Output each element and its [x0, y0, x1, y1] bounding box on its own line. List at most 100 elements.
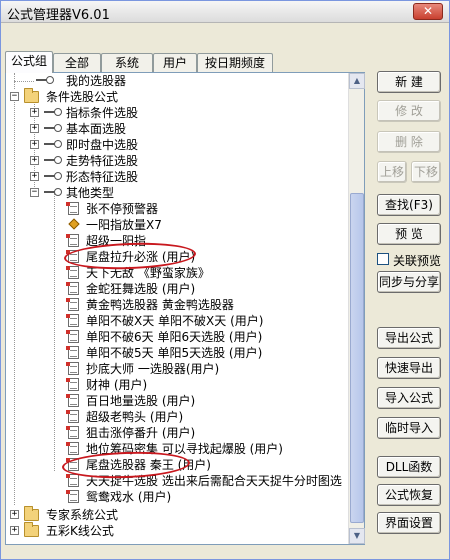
expand-toggle[interactable]: +: [30, 108, 39, 117]
modify-button[interactable]: 修 改: [377, 100, 441, 122]
tree-item-formula[interactable]: 天天捉牛选股 选出来后需配合天天捉牛分时图选: [6, 473, 349, 489]
sync-share-button[interactable]: 同步与分享: [377, 271, 441, 293]
doc-icon: [66, 314, 79, 327]
tree-scrollbar[interactable]: ▲ ▼: [348, 73, 365, 544]
doc-icon: [66, 410, 79, 423]
preview-button[interactable]: 预 览: [377, 223, 441, 245]
expand-toggle[interactable]: +: [30, 156, 39, 165]
folder-icon: [24, 506, 39, 521]
expand-toggle[interactable]: +: [30, 124, 39, 133]
tree-item-formula[interactable]: 尾盘拉升必涨 (用户): [6, 249, 349, 265]
temp-import-button[interactable]: 临时导入: [377, 417, 441, 439]
doc-icon: [66, 378, 79, 391]
folder-icon: [24, 88, 39, 103]
tree-item-formula[interactable]: 财神 (用户): [6, 377, 349, 393]
tree-item-formula[interactable]: 鸳鸯戏水 (用户): [6, 489, 349, 505]
collapse-toggle[interactable]: −: [10, 92, 19, 101]
key-icon: [44, 140, 62, 148]
find-button[interactable]: 查找(F3): [377, 194, 441, 216]
tree-item-formula[interactable]: 超级老鸭头 (用户): [6, 409, 349, 425]
scroll-thumb[interactable]: [350, 193, 364, 523]
doc-icon: [66, 298, 79, 311]
doc-icon: [66, 346, 79, 359]
expand-toggle[interactable]: +: [30, 172, 39, 181]
formula-tree-panel: 我的选股器 − 条件选股公式 + 指标条件选股 + 基本面选股 + 即时盘中选股: [5, 72, 365, 545]
doc-icon: [66, 250, 79, 263]
tree-item-expert-system[interactable]: + 专家系统公式: [6, 506, 349, 523]
diamond-icon: [68, 218, 80, 230]
linked-preview-checkbox[interactable]: [377, 253, 389, 265]
key-icon: [44, 108, 62, 116]
tree-item-formula[interactable]: 尾盘选股器 秦王 (用户): [6, 457, 349, 473]
tree-item-formula[interactable]: 单阳不破6天 单阳6天选股 (用户): [6, 329, 349, 345]
doc-icon: [66, 202, 79, 215]
doc-icon: [66, 490, 79, 503]
tree-item-formula[interactable]: 黄金鸭选股器 黄金鸭选股器: [6, 297, 349, 313]
tree-item-trend-screening[interactable]: + 走势特征选股: [6, 153, 349, 169]
expand-toggle[interactable]: +: [30, 140, 39, 149]
tree-item-other-types[interactable]: − 其他类型: [6, 185, 349, 201]
key-icon: [44, 124, 62, 132]
doc-icon: [66, 474, 79, 487]
tree-item-formula[interactable]: 单阳不破5天 单阳5天选股 (用户): [6, 345, 349, 361]
tree-item-formula[interactable]: 地位筹码密集 可以寻找起爆股 (用户): [6, 441, 349, 457]
tab-system[interactable]: 系统: [101, 53, 153, 73]
close-button[interactable]: ✕: [413, 3, 443, 20]
key-icon: [44, 188, 62, 196]
tree-item-intraday-screening[interactable]: + 即时盘中选股: [6, 137, 349, 153]
doc-icon: [66, 394, 79, 407]
tab-formula-group[interactable]: 公式组: [5, 51, 53, 73]
doc-icon: [66, 330, 79, 343]
delete-button[interactable]: 删 除: [377, 131, 441, 153]
tree-item-formula[interactable]: 金蛇狂舞选股 (用户): [6, 281, 349, 297]
window-title: 公式管理器V6.01: [7, 8, 110, 23]
key-icon: [44, 172, 62, 180]
tree-item-fundamental-screening[interactable]: + 基本面选股: [6, 121, 349, 137]
doc-icon: [66, 234, 79, 247]
doc-icon: [66, 266, 79, 279]
tree-item-formula[interactable]: 单阳不破X天 单阳不破X天 (用户): [6, 313, 349, 329]
tree-item-condition-screening[interactable]: − 条件选股公式: [6, 88, 349, 105]
tree-item-formula[interactable]: 狙击涨停番升 (用户): [6, 425, 349, 441]
move-down-button[interactable]: 下移: [411, 161, 441, 183]
tree-item-pattern-screening[interactable]: + 形态特征选股: [6, 169, 349, 185]
tab-by-date-frequency[interactable]: 按日期频度: [197, 53, 273, 73]
ui-settings-button[interactable]: 界面设置: [377, 512, 441, 534]
formula-manager-window: 公式管理器V6.01 ✕ 公式组 全部 系统 用户 按日期频度 我的选股器 − …: [0, 0, 450, 560]
doc-icon: [66, 426, 79, 439]
linked-preview-label: 关联预览: [393, 254, 442, 268]
formula-restore-button[interactable]: 公式恢复: [377, 484, 441, 506]
move-up-button[interactable]: 上移: [377, 161, 407, 183]
import-formula-button[interactable]: 导入公式: [377, 387, 441, 409]
formula-tree: 我的选股器 − 条件选股公式 + 指标条件选股 + 基本面选股 + 即时盘中选股: [6, 73, 349, 544]
tree-item-formula[interactable]: 天下无敌 《野蛮家族》: [6, 265, 349, 281]
doc-icon: [66, 362, 79, 375]
key-icon: [36, 76, 54, 84]
tree-item-formula[interactable]: 百日地量选股 (用户): [6, 393, 349, 409]
expand-toggle[interactable]: +: [10, 526, 19, 535]
tree-item-indicator-screening[interactable]: + 指标条件选股: [6, 105, 349, 121]
collapse-toggle[interactable]: −: [30, 188, 39, 197]
tree-item-formula[interactable]: 超级一阳指: [6, 233, 349, 249]
export-formula-button[interactable]: 导出公式: [377, 327, 441, 349]
scroll-up-arrow-icon[interactable]: ▲: [349, 73, 365, 89]
tab-user[interactable]: 用户: [153, 53, 197, 73]
tab-all[interactable]: 全部: [53, 53, 101, 73]
doc-icon: [66, 282, 79, 295]
tree-item-formula[interactable]: 张不停预警器: [6, 201, 349, 217]
dll-function-button[interactable]: DLL函数: [377, 456, 441, 478]
doc-icon: [66, 458, 79, 471]
new-button[interactable]: 新 建: [377, 71, 441, 93]
tree-item-color-kline[interactable]: + 五彩K线公式: [6, 522, 349, 539]
expand-toggle[interactable]: +: [10, 510, 19, 519]
key-icon: [44, 156, 62, 164]
quick-export-button[interactable]: 快速导出: [377, 357, 441, 379]
folder-icon: [24, 522, 39, 537]
scroll-down-arrow-icon[interactable]: ▼: [349, 528, 365, 544]
title-bar: 公式管理器V6.01 ✕: [1, 1, 449, 23]
tree-item-my-screener[interactable]: 我的选股器: [6, 73, 349, 89]
tree-item-formula[interactable]: 抄底大师 一选股器(用户): [6, 361, 349, 377]
linked-preview-toggle[interactable]: 关联预览: [377, 251, 447, 268]
tree-item-formula[interactable]: 一阳指放量X7: [6, 217, 349, 233]
doc-icon: [66, 442, 79, 455]
